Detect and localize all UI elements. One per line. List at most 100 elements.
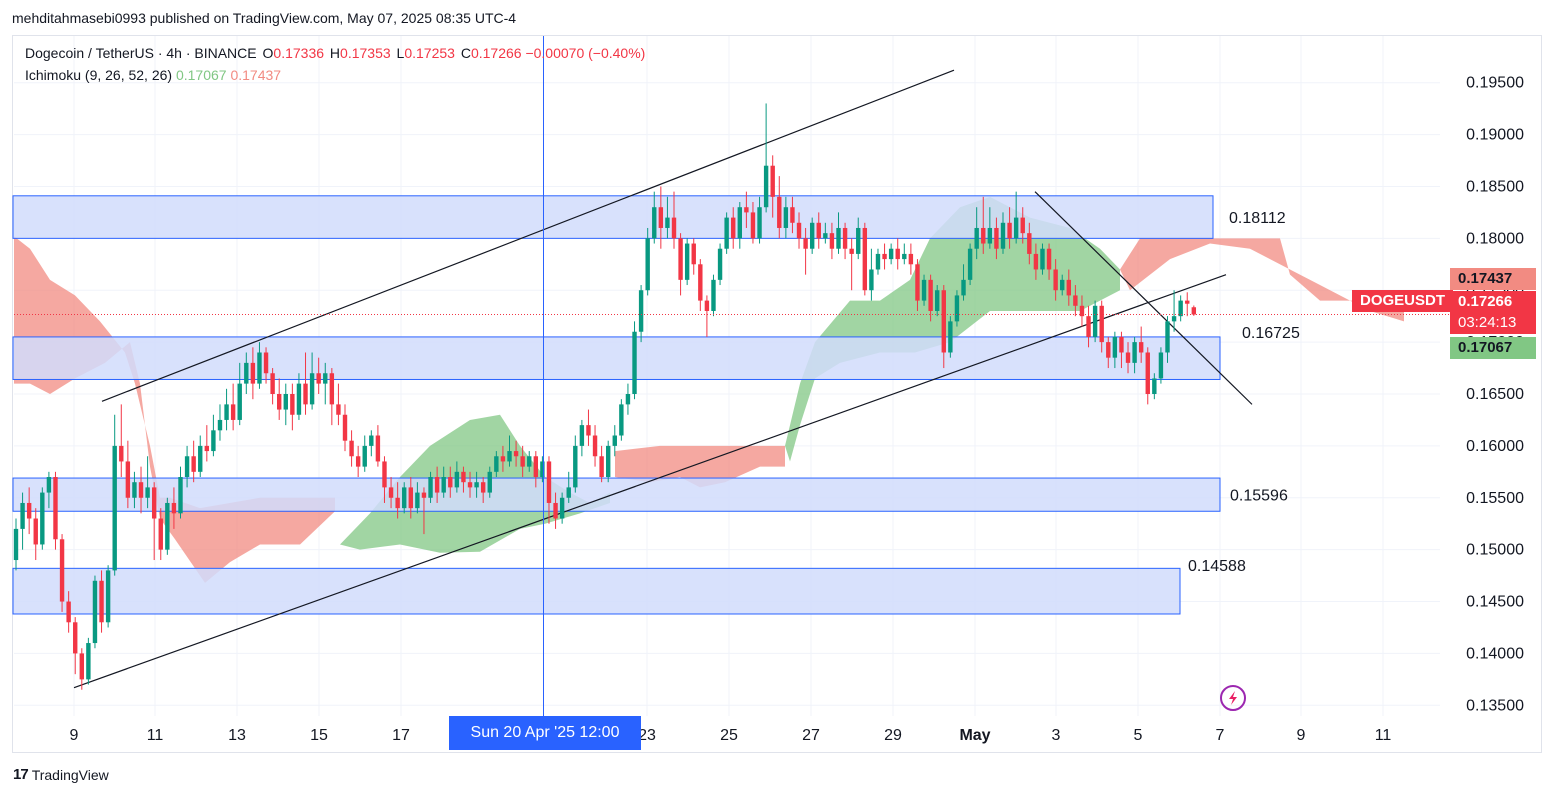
candle-body	[441, 477, 446, 493]
candle-body	[66, 601, 71, 623]
candle-body	[573, 445, 578, 488]
x-tick-label: 29	[884, 727, 902, 744]
close-value: 0.17266	[470, 45, 522, 61]
candle-body	[520, 456, 525, 467]
candle-body	[994, 227, 999, 249]
candle-body	[954, 295, 960, 322]
price-chart[interactable]: 0.18112 0.16725 0.15596 0.14588 0.19500 0.19…	[0, 0, 1554, 798]
countdown-badge: 03:24:13	[1450, 312, 1536, 334]
candle-body	[349, 440, 354, 457]
zone-box	[12, 567, 1181, 615]
candle-body	[935, 290, 940, 311]
candle-body	[619, 404, 624, 436]
candle-body	[750, 212, 756, 239]
candle-body	[79, 653, 84, 680]
candle-body	[362, 445, 367, 467]
candle-body	[257, 352, 262, 384]
candle-body	[1152, 378, 1157, 394]
candle-body	[415, 492, 420, 509]
indicator-legend[interactable]: Ichimoku (9, 26, 52, 26) 0.17067 0.17437	[25, 67, 281, 83]
candle-body	[1165, 321, 1170, 353]
candle-body	[500, 456, 506, 462]
candle-body	[763, 165, 769, 208]
candle-body	[1033, 253, 1039, 270]
candle-body	[1053, 269, 1058, 291]
candle-body	[974, 227, 979, 249]
y-tick-label: 0.16500	[1466, 386, 1524, 403]
y-tick-label: 0.16000	[1466, 438, 1524, 455]
candle-body	[1106, 342, 1111, 358]
candle-body	[770, 165, 775, 197]
candle-body	[559, 497, 565, 519]
candle-body	[809, 222, 815, 249]
candle-body	[961, 279, 966, 296]
candle-body	[895, 248, 900, 260]
candle-body	[698, 264, 703, 301]
candle-body	[244, 362, 249, 384]
candle-body	[579, 425, 585, 446]
x-tick-label: 11	[1375, 727, 1392, 744]
y-tick-label: 0.14000	[1466, 645, 1524, 662]
crosshair-time-label: Sun 20 Apr '25 12:00	[449, 716, 641, 750]
candle-body	[625, 394, 631, 405]
candle-body	[421, 492, 427, 498]
candle-body	[1158, 352, 1164, 379]
candle-body	[461, 471, 466, 483]
candle-body	[329, 373, 335, 405]
candle-body	[105, 570, 111, 623]
lightning-icon[interactable]	[1220, 685, 1246, 711]
candle-body	[691, 243, 696, 265]
candle-body	[454, 471, 460, 488]
candle-body	[856, 227, 861, 254]
candle-body	[553, 502, 558, 519]
candle-body	[26, 502, 32, 519]
candle-body	[184, 456, 190, 478]
published-header: mehditahmasebi0993 published on TradingV…	[12, 10, 517, 26]
candle-body	[382, 461, 387, 488]
x-tick-label: 15	[310, 727, 328, 744]
candle-body	[250, 362, 256, 384]
candle-body	[882, 253, 887, 260]
y-tick-label: 0.13500	[1466, 697, 1524, 714]
candle-body	[1119, 336, 1124, 353]
candle-body	[921, 279, 927, 301]
close-label: C	[460, 45, 471, 61]
footer-brand-text: TradingView	[31, 766, 109, 783]
candle-body	[99, 580, 104, 623]
x-tick-label: May	[959, 727, 990, 744]
candle-body	[40, 492, 45, 545]
candle-body	[902, 253, 907, 260]
symbol-legend: Dogecoin / TetherUS · 4h · BINANCE O0.17…	[25, 45, 645, 61]
candle-body	[309, 373, 315, 405]
footer-brand[interactable]: 17 TradingView	[13, 766, 109, 783]
candle-body	[20, 502, 25, 529]
zone-label: 0.18112	[1229, 210, 1286, 227]
candle-body	[408, 487, 413, 509]
x-tick-label: 17	[392, 727, 410, 744]
candle-body	[948, 321, 953, 353]
candle-body	[1191, 307, 1197, 315]
candle-body	[296, 383, 302, 415]
candle-body	[283, 394, 288, 410]
candle-body	[204, 445, 210, 452]
candle-body	[842, 227, 848, 249]
span-a-badge: 0.17067	[1450, 337, 1536, 359]
candle-body	[323, 373, 328, 384]
span-b-badge: 0.17437	[1450, 268, 1536, 290]
symbol-title[interactable]: Dogecoin / TetherUS · 4h · BINANCE	[25, 45, 257, 61]
y-tick-label: 0.19000	[1466, 127, 1524, 144]
candle-body	[1178, 300, 1183, 317]
open-value: 0.17336	[273, 45, 325, 61]
indicator-value-2: 0.17437	[230, 67, 282, 83]
candle-body	[1027, 233, 1032, 254]
candle-body	[125, 461, 131, 498]
candle-body	[527, 456, 532, 467]
candle-body	[599, 456, 604, 478]
candle-body	[717, 248, 723, 280]
candle-body	[1132, 342, 1137, 363]
candle-body	[158, 518, 163, 550]
candle-body	[967, 248, 973, 280]
candle-body	[336, 404, 341, 415]
indicator-title[interactable]: Ichimoku (9, 26, 52, 26)	[25, 67, 172, 83]
y-tick-label: 0.14500	[1466, 594, 1524, 611]
